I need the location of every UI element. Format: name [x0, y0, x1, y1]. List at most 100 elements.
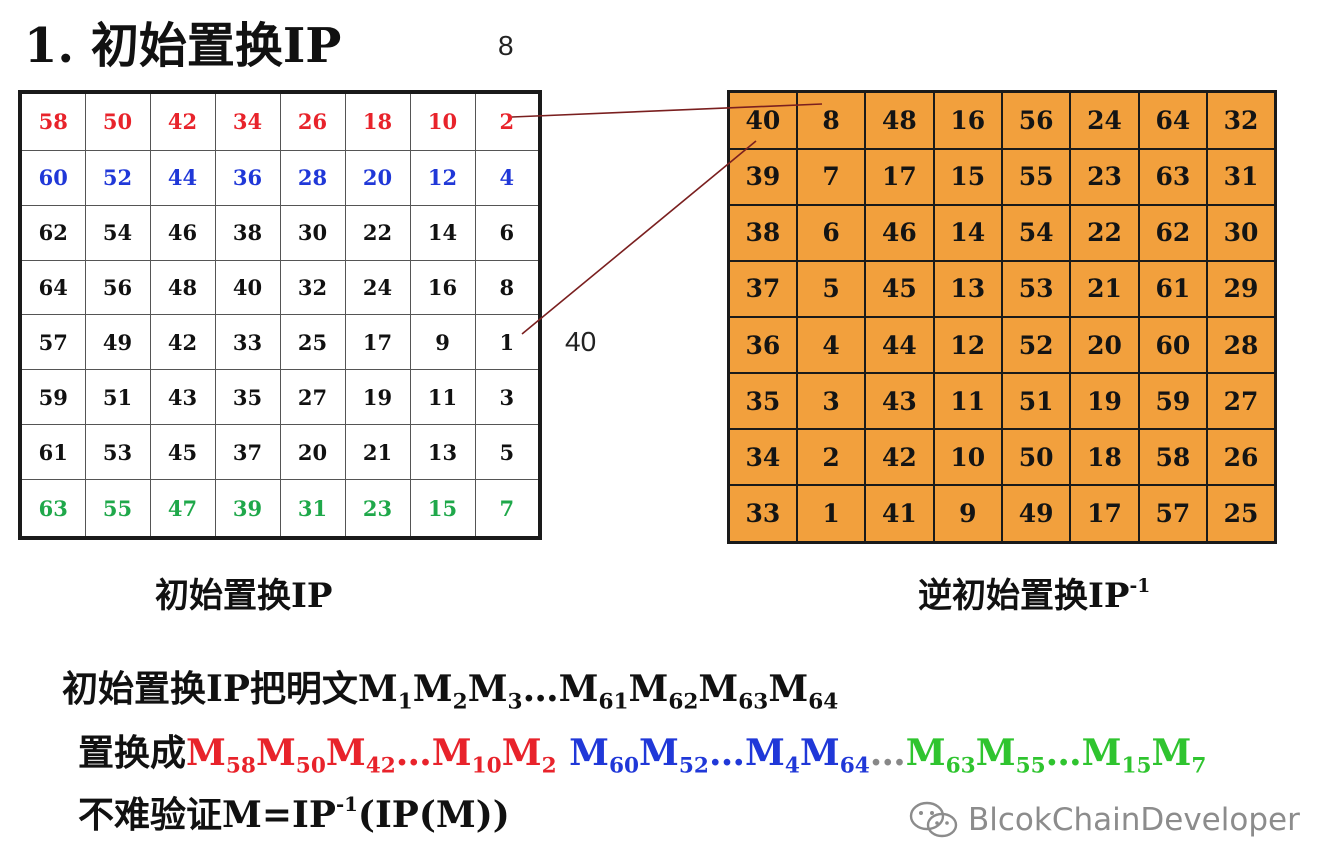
- ip-inverse-table-row: 35 3 43 11 51 19 59 27: [727, 372, 1277, 431]
- ip-table-cell: 32: [279, 259, 346, 316]
- ip-table-cell: 37: [214, 424, 281, 481]
- formula-segment: 不难验证M=IP: [78, 794, 336, 836]
- ip-table-cell: 58: [19, 91, 86, 151]
- wechat-icon: [909, 801, 958, 838]
- formula-segment: 42: [365, 753, 396, 779]
- ip-inverse-table-cell: 41: [864, 484, 935, 544]
- ip-inverse-table-row: 40 8 48 16 56 24 64 32: [727, 90, 1277, 150]
- formula-segment: …M: [395, 732, 472, 774]
- formula-segment: 10: [471, 753, 502, 779]
- ip-inverse-table-cell: 58: [1137, 428, 1209, 487]
- ip-table-cell: 54: [84, 204, 151, 261]
- ip-table-cell: 36: [214, 149, 281, 206]
- ip-inverse-table-cell: 40: [727, 90, 798, 150]
- ip-inverse-table-cell: 56: [1000, 90, 1072, 150]
- ip-inverse-table-cell: 46: [864, 203, 935, 262]
- ip-inverse-table-cell: 18: [1069, 428, 1140, 487]
- ip-table-cell: 27: [279, 369, 346, 426]
- ip-inverse-table-cell: 33: [727, 484, 798, 544]
- formula-segment: M: [255, 732, 296, 774]
- ip-inverse-table-cell: 20: [1069, 315, 1140, 375]
- ip-table-row: 60 52 44 36 28 20 12 4: [19, 149, 541, 206]
- ip-inverse-table-cell: 57: [1137, 484, 1209, 544]
- ip-table-cell: 31: [279, 479, 346, 539]
- ip-table-cell: 13: [409, 424, 476, 481]
- formula-segment: (IP(M)): [357, 794, 510, 836]
- ip-inverse-table-cell: 44: [864, 315, 935, 375]
- ip-inverse-table-caption: 逆初始置换IP-1: [918, 568, 1150, 617]
- ip-inverse-table-cell: 1: [795, 484, 867, 544]
- ip-table-cell: 3: [474, 369, 541, 426]
- ip-table-cell: 47: [149, 479, 216, 539]
- ip-table-cell: 5: [474, 424, 541, 481]
- ip-inverse-table-cell: 24: [1069, 90, 1140, 150]
- ip-inverse-table-cell: 60: [1137, 315, 1209, 375]
- ip-inverse-table-cell: 17: [864, 147, 935, 206]
- ip-inverse-table-cell: 6: [795, 203, 867, 262]
- ip-inverse-table-row: 37 5 45 13 53 21 61 29: [727, 259, 1277, 318]
- ip-table-cell: 62: [19, 204, 86, 261]
- ip-table-cell: 64: [19, 259, 86, 316]
- ip-table-cell: 46: [149, 204, 216, 261]
- ip-inverse-table-cell: 37: [727, 259, 798, 318]
- text-line-plaintext: 初始置换IP把明文M1M2M3…M61M62M63M64: [62, 660, 838, 715]
- formula-segment: …M: [1045, 732, 1122, 774]
- ip-inverse-table-cell: 52: [1000, 315, 1072, 375]
- ip-table-cell: 25: [279, 314, 346, 371]
- ip-table-cell: 1: [474, 314, 541, 371]
- ip-inverse-table-row: 34 2 42 10 50 18 58 26: [727, 428, 1277, 487]
- ip-inverse-table-cell: 25: [1206, 484, 1277, 544]
- formula-segment: …M: [708, 732, 785, 774]
- ip-table-row: 63 55 47 39 31 23 15 7: [19, 479, 541, 539]
- ip-inverse-table-row: 33 1 41 9 49 17 57 25: [727, 484, 1277, 544]
- formula-segment: -1: [335, 792, 358, 817]
- formula-segment: 1: [397, 689, 413, 715]
- ip-inverse-table-cell: 3: [795, 372, 867, 431]
- ip-inverse-table-cell: 36: [727, 315, 798, 375]
- ip-table-cell: 48: [149, 259, 216, 316]
- ip-inverse-table-cell: 7: [795, 147, 867, 206]
- annotation-40: 40: [565, 326, 597, 357]
- ip-table-cell: 23: [344, 479, 411, 539]
- ip-inverse-table-cell: 64: [1137, 90, 1209, 150]
- ip-inverse-caption-sup: -1: [1129, 575, 1151, 598]
- formula-segment: M: [325, 732, 366, 774]
- ip-inverse-table-cell: 50: [1000, 428, 1072, 487]
- ip-table-cell: 14: [409, 204, 476, 261]
- formula-segment: M: [556, 732, 609, 774]
- ip-table-cell: 22: [344, 204, 411, 261]
- ip-table-cell: 8: [474, 259, 541, 316]
- ip-table-cell: 39: [214, 479, 281, 539]
- ip-inverse-table-cell: 61: [1137, 259, 1209, 318]
- ip-inverse-table-cell: 19: [1069, 372, 1140, 431]
- ip-inverse-table-cell: 38: [727, 203, 798, 262]
- formula-segment: M: [799, 732, 840, 774]
- ip-table-cell: 34: [214, 91, 281, 151]
- ip-table-cell: 9: [409, 314, 476, 371]
- ip-table-cell: 30: [279, 204, 346, 261]
- ip-table-cell: 20: [344, 149, 411, 206]
- formula-segment: M: [905, 732, 946, 774]
- ip-inverse-table-cell: 48: [864, 90, 935, 150]
- formula-segment: M: [698, 668, 739, 710]
- ip-inverse-table-cell: 45: [864, 259, 935, 318]
- formula-segment: 7: [1191, 753, 1207, 779]
- ip-inverse-table-cell: 35: [727, 372, 798, 431]
- ip-table-row: 64 56 48 40 32 24 16 8: [19, 259, 541, 316]
- ip-inverse-table-cell: 51: [1000, 372, 1072, 431]
- formula-segment: M: [412, 668, 453, 710]
- watermark: BlcokChainDeveloper: [908, 800, 1300, 840]
- ip-table-cell: 16: [409, 259, 476, 316]
- ip-table-cell: 35: [214, 369, 281, 426]
- text-line-verify: 不难验证M=IP-1(IP(M)): [78, 786, 510, 838]
- slide: 1. 初始置换IP 8 40 58 50 42 34 26 18 10 2 60 52 44 36 28…: [0, 0, 1336, 856]
- formula-segment: M: [501, 732, 542, 774]
- ip-inverse-table-cell: 5: [795, 259, 867, 318]
- ip-inverse-table-cell: 42: [864, 428, 935, 487]
- formula-segment: 2: [541, 753, 557, 779]
- ip-table-cell: 53: [84, 424, 151, 481]
- ip-inverse-table-cell: 17: [1069, 484, 1140, 544]
- annotation-8: 8: [498, 30, 514, 61]
- ip-inverse-table-row: 36 4 44 12 52 20 60 28: [727, 315, 1277, 375]
- formula-segment: 置换成: [78, 732, 187, 774]
